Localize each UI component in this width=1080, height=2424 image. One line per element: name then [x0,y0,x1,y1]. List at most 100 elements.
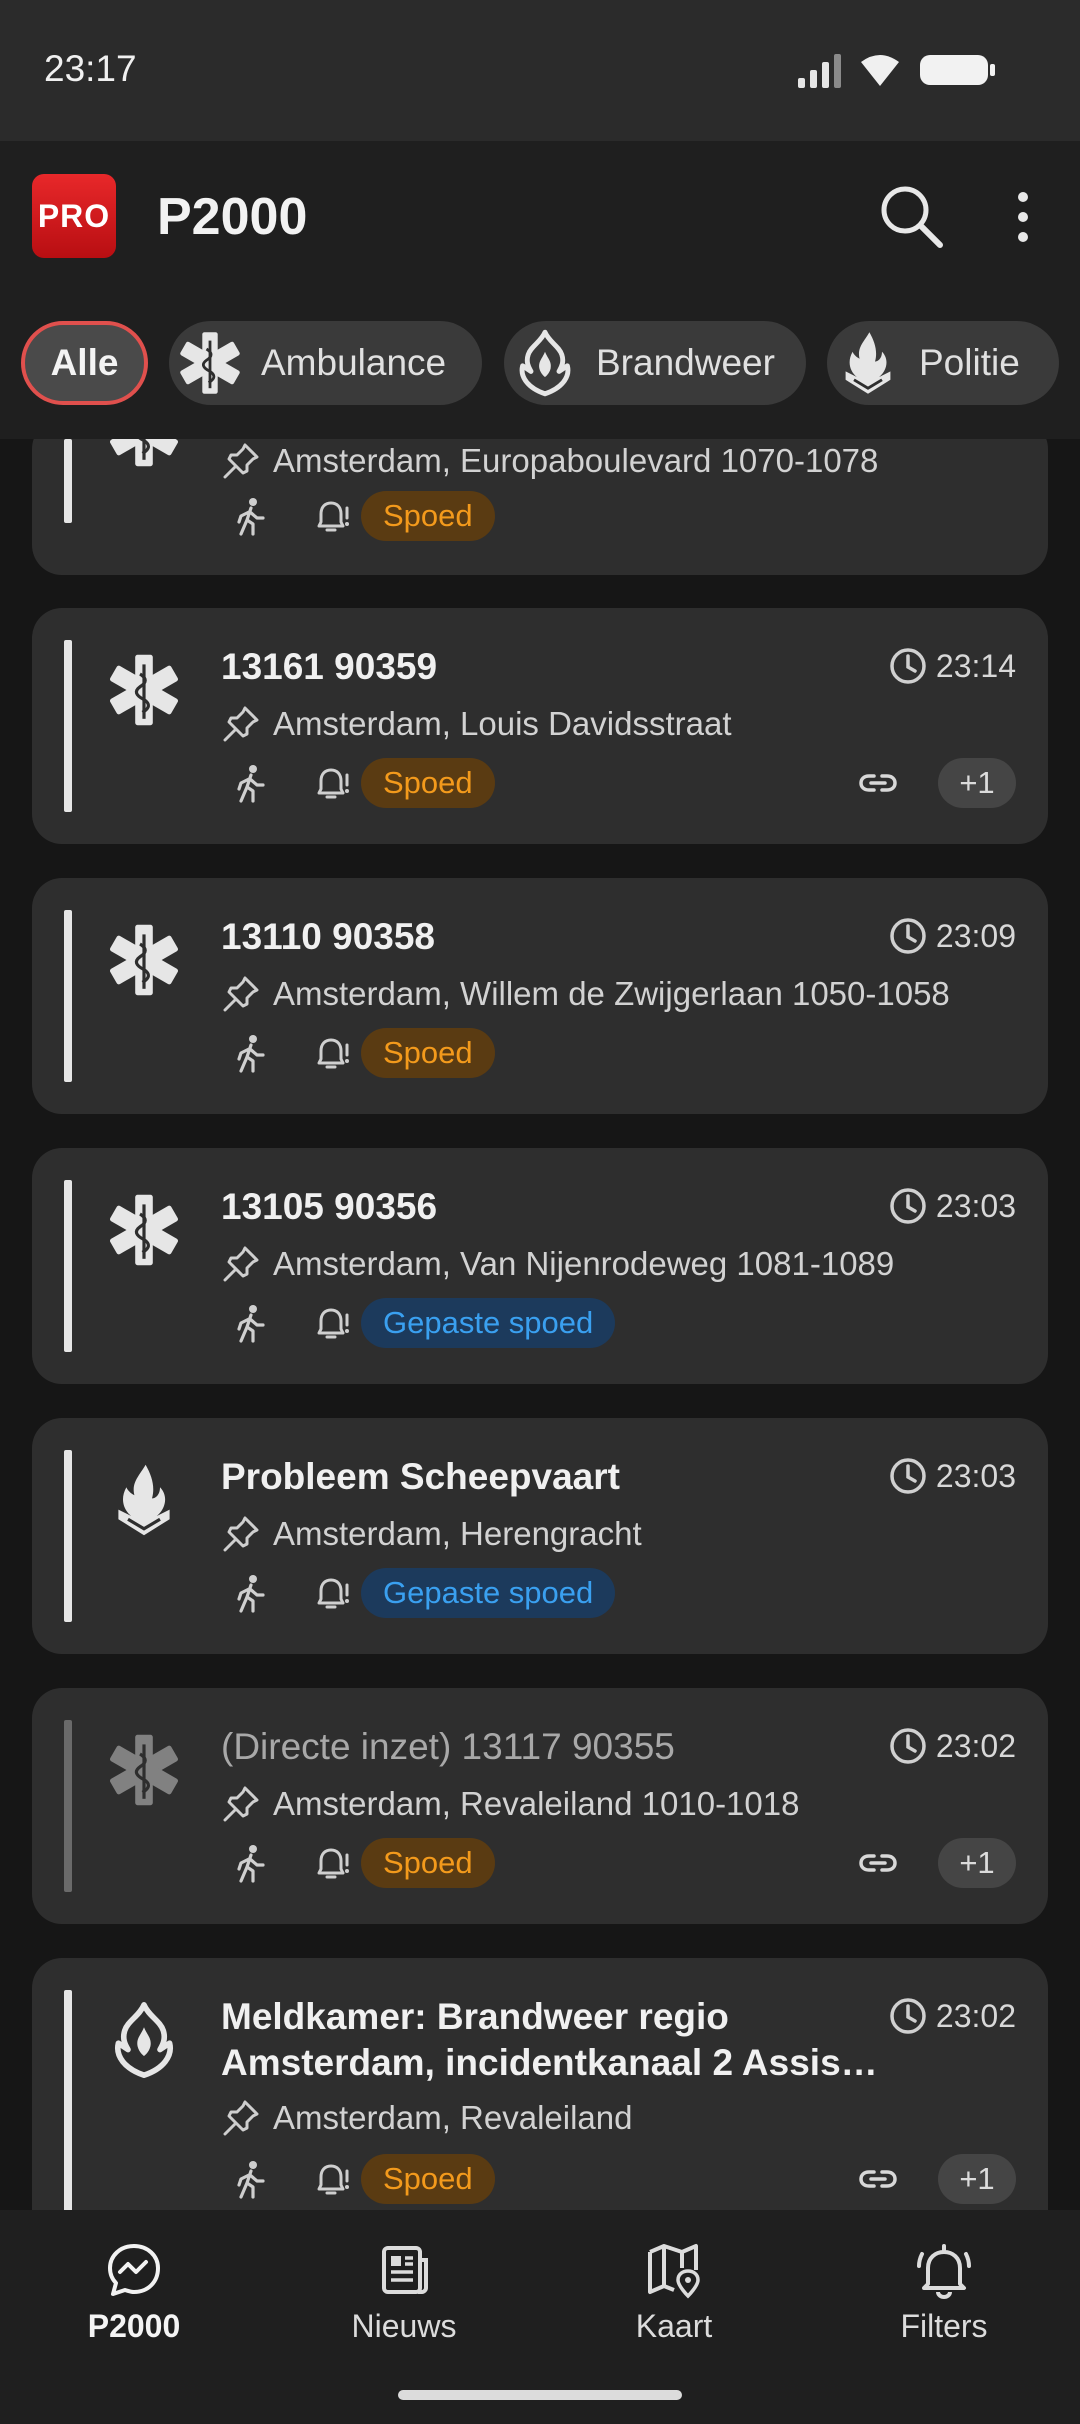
nav-item-nieuws[interactable]: Nieuws [304,2240,504,2345]
pin-icon [221,1784,261,1824]
alert-title: Meldkamer: Brandweer regio Amsterdam, in… [221,1996,878,2083]
alert-list[interactable]: Amsterdam, Europaboulevard 1070-1078 Spo… [0,439,1080,2210]
nav-item-filters[interactable]: Filters [844,2240,1044,2345]
police-icon [104,1460,184,1540]
priority-badge: Gepaste spoed [361,1568,616,1618]
app-title: P2000 [157,188,308,246]
clock-icon [888,916,928,956]
filter-chip-label: Ambulance [261,342,447,383]
map-icon [648,2244,700,2299]
card-accent-bar [64,1990,72,2210]
alert-card[interactable]: 13110 90358 23:09 Amsterdam, Willem de Z… [32,878,1048,1114]
alert-meta: Spoed [221,758,495,808]
bell-alert-icon [311,1303,351,1343]
filter-chip-label: Brandweer [596,342,775,383]
alert-meta: Gepaste spoed [221,1568,616,1618]
bell-alert-icon [311,496,351,536]
card-accent-bar [64,1180,72,1352]
police-icon [833,328,903,398]
star-of-life-icon [104,439,184,471]
priority-badge: Spoed [361,758,495,808]
alert-address: Amsterdam, Herengracht [221,1514,642,1554]
alert-time: 23:02 [888,1996,1016,2036]
home-indicator[interactable] [398,2390,682,2400]
bell-alert-icon [311,1033,351,1073]
alert-title: 13105 90356 [221,1186,438,1227]
card-accent-bar [64,640,72,812]
fire-department-icon [510,328,580,398]
alert-meta: Spoed [221,1028,495,1078]
bell-alert-icon [311,763,351,803]
pin-icon [221,974,261,1014]
alert-address: Amsterdam, Van Nijenrodeweg 1081-1089 [221,1244,894,1284]
filter-chip-alle[interactable]: Alle [21,321,148,405]
star-of-life-icon [104,1730,184,1810]
alert-card[interactable]: (Directe inzet) 13117 90355 23:02 Amster… [32,1688,1048,1924]
alert-address: Amsterdam, Revaleiland 1010-1018 [221,1784,799,1824]
filter-chip-label: Alle [50,342,119,383]
alert-address: Amsterdam, Europaboulevard 1070-1078 [221,441,878,481]
alert-card[interactable]: 13105 90356 23:03 Amsterdam, Van Nijenro… [32,1148,1048,1384]
clock-icon [888,646,928,686]
alert-time: 23:03 [888,1186,1016,1226]
pin-icon [221,2098,261,2138]
filter-chip-politie[interactable]: Politie [827,321,1059,405]
filter-bar: Alle Ambulance Brandweer Politie [0,289,1080,439]
filter-chip-label: Politie [919,342,1020,383]
alert-address: Amsterdam, Willem de Zwijgerlaan 1050-10… [221,974,950,1014]
alert-time: 23:09 [888,916,1016,956]
alert-time: 23:02 [888,1726,1016,1766]
status-time: 23:17 [44,48,137,89]
filter-chip-ambulance[interactable]: Ambulance [169,321,482,405]
walk-icon [231,1033,271,1073]
search-icon[interactable] [876,181,946,251]
bell-alert-icon [311,1573,351,1613]
star-of-life-icon [104,1190,184,1270]
alert-meta: Spoed [221,491,495,541]
clock-icon [888,1456,928,1496]
alert-title: 13161 90359 [221,646,438,687]
alert-card[interactable]: Amsterdam, Europaboulevard 1070-1078 Spo… [32,439,1048,575]
card-accent-bar [64,439,72,523]
status-icons [798,52,1008,88]
nav-label: Nieuws [351,2308,457,2344]
priority-badge: Spoed [361,491,495,541]
alert-card[interactable]: Meldkamer: Brandweer regio Amsterdam, in… [32,1958,1048,2210]
card-accent-bar [64,910,72,1082]
walk-icon [231,1303,271,1343]
alert-card[interactable]: Probleem Scheepvaart 23:03 Amsterdam, He… [32,1418,1048,1654]
nav-label: P2000 [87,2308,181,2344]
alert-meta: Spoed [221,1838,495,1888]
nav-item-kaart[interactable]: Kaart [574,2240,774,2345]
walk-icon [231,2159,271,2199]
nav-label: Filters [900,2308,988,2344]
alert-meta: Gepaste spoed [221,1298,616,1348]
pro-logo: PRO [32,174,116,258]
filter-chip-brandweer[interactable]: Brandweer [504,321,806,405]
pin-icon [221,1514,261,1554]
link-icon[interactable] [858,1843,898,1883]
priority-badge: Spoed [361,1838,495,1888]
extra-units-badge[interactable]: +1 [938,758,1016,808]
nav-item-p2000[interactable]: P2000 [34,2240,234,2345]
card-accent-bar [64,1720,72,1892]
link-icon[interactable] [858,763,898,803]
priority-badge: Spoed [361,2154,495,2204]
alert-card[interactable]: 13161 90359 23:14 Amsterdam, Louis David… [32,608,1048,844]
alert-time: 23:14 [888,646,1016,686]
nav-label: Kaart [635,2308,713,2344]
extra-units-badge[interactable]: +1 [938,1838,1016,1888]
alert-time: 23:03 [888,1456,1016,1496]
alert-meta: Spoed [221,2154,495,2204]
pin-icon [221,441,261,481]
card-accent-bar [64,1450,72,1622]
signal-icon [798,54,841,88]
link-icon[interactable] [858,2159,898,2199]
star-of-life-icon [104,920,184,1000]
wifi-icon [861,55,899,86]
pin-icon [221,704,261,744]
news-icon [382,2246,428,2294]
clock-icon [888,1726,928,1766]
extra-units-badge[interactable]: +1 [938,2154,1016,2204]
more-vert-icon[interactable] [1003,187,1043,247]
